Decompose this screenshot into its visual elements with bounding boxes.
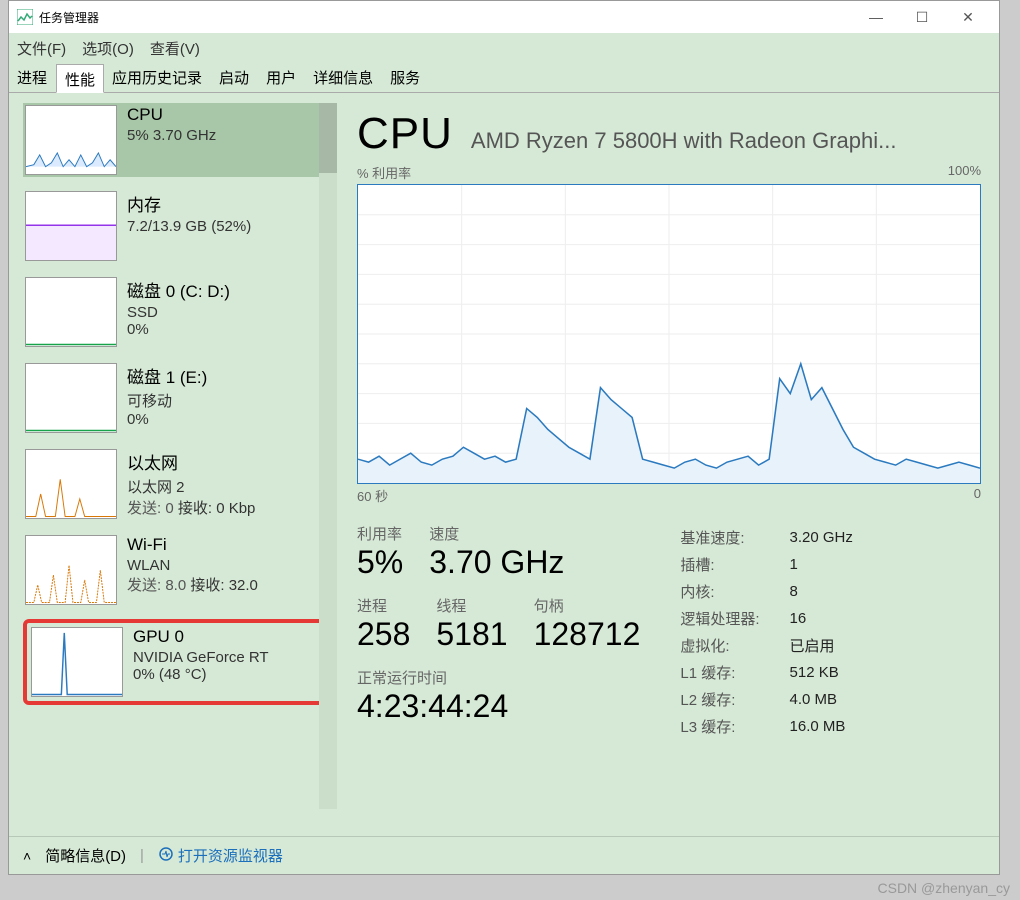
maximize-button[interactable]: ☐ — [899, 1, 945, 33]
tab-processes[interactable]: 进程 — [9, 63, 56, 92]
card-title: 磁盘 1 (E:) — [127, 363, 327, 388]
tab-startup[interactable]: 启动 — [211, 63, 258, 92]
stat-handles: 128712 — [534, 616, 641, 653]
stat-label: 句柄 — [534, 595, 641, 616]
card-sub: 可移动 — [127, 390, 327, 411]
stat-threads: 5181 — [436, 616, 507, 653]
info-row: L2 缓存:4.0 MB — [680, 687, 861, 712]
menu-file[interactable]: 文件(F) — [17, 38, 66, 59]
stat-label: 线程 — [436, 595, 507, 616]
stat-utilization: 5% — [357, 544, 403, 581]
tabbar: 进程 性能 应用历史记录 启动 用户 详细信息 服务 — [9, 63, 999, 93]
info-row: 虚拟化:已启用 — [680, 633, 861, 658]
minimize-button[interactable]: — — [853, 1, 899, 33]
info-row: 内核:8 — [680, 579, 861, 604]
footer: ˄ 简略信息(D) | 打开资源监视器 — [9, 836, 999, 874]
task-manager-window: 任务管理器 — ☐ ✕ 文件(F) 选项(O) 查看(V) 进程 性能 应用历史… — [8, 0, 1000, 875]
stat-uptime: 4:23:44:24 — [357, 688, 640, 725]
chart-label-top-left: % 利用率 — [357, 163, 411, 182]
card-sub: 7.2/13.9 GB (52%) — [127, 218, 327, 235]
sidebar-item-gpu-0[interactable]: GPU 0 NVIDIA GeForce RT 0% (48 °C) — [23, 619, 329, 705]
card-sub: NVIDIA GeForce RT — [133, 649, 321, 666]
menu-options[interactable]: 选项(O) — [82, 38, 134, 59]
info-row: 插槽:1 — [680, 552, 861, 577]
card-sub: 5% 3.70 GHz — [127, 127, 327, 144]
tab-app-history[interactable]: 应用历史记录 — [104, 63, 211, 92]
brief-info-button[interactable]: 简略信息(D) — [45, 845, 126, 866]
card-title: 内存 — [127, 191, 327, 216]
stat-label: 进程 — [357, 595, 410, 616]
close-button[interactable]: ✕ — [945, 1, 991, 33]
tab-users[interactable]: 用户 — [258, 63, 305, 92]
menu-view[interactable]: 查看(V) — [150, 38, 200, 59]
card-title: CPU — [127, 105, 327, 125]
cpu-info-table: 基准速度:3.20 GHz插槽:1内核:8逻辑处理器:16虚拟化:已启用L1 缓… — [678, 523, 863, 741]
sidebar-scrollbar[interactable] — [319, 103, 337, 809]
sidebar-item-disk-0[interactable]: 磁盘 0 (C: D:) SSD 0% — [23, 275, 329, 349]
disk-thumb-chart — [25, 363, 117, 433]
card-title: 以太网 — [127, 449, 327, 474]
titlebar[interactable]: 任务管理器 — ☐ ✕ — [9, 1, 999, 33]
tab-performance[interactable]: 性能 — [56, 64, 104, 93]
chart-label-bottom-right: 0 — [974, 486, 981, 505]
sidebar-item-ethernet[interactable]: 以太网 以太网 2 发送: 0 接收: 0 Kbp — [23, 447, 329, 521]
card-sub: WLAN — [127, 557, 327, 574]
watermark: CSDN @zhenyan_cy — [878, 880, 1011, 896]
sidebar-item-memory[interactable]: 内存 7.2/13.9 GB (52%) — [23, 189, 329, 263]
tab-details[interactable]: 详细信息 — [305, 63, 382, 92]
tab-services[interactable]: 服务 — [382, 63, 429, 92]
main-panel: CPU AMD Ryzen 7 5800H with Radeon Graphi… — [339, 93, 999, 836]
net-thumb-chart — [25, 535, 117, 605]
stat-processes: 258 — [357, 616, 410, 653]
cpu-thumb-chart — [25, 105, 117, 175]
memory-thumb-chart — [25, 191, 117, 261]
cpu-usage-chart — [357, 184, 981, 484]
menubar: 文件(F) 选项(O) 查看(V) — [9, 33, 999, 63]
net-thumb-chart — [25, 449, 117, 519]
stat-label: 正常运行时间 — [357, 667, 640, 688]
open-resource-monitor[interactable]: 打开资源监视器 — [158, 845, 283, 866]
sidebar-item-wifi[interactable]: Wi-Fi WLAN 发送: 8.0 接收: 32.0 — [23, 533, 329, 607]
card-sub2: 0% — [127, 321, 327, 338]
content: CPU 5% 3.70 GHz 内存 7.2/13.9 GB (52%) 磁盘 … — [9, 93, 999, 836]
card-sub: SSD — [127, 304, 327, 321]
sidebar: CPU 5% 3.70 GHz 内存 7.2/13.9 GB (52%) 磁盘 … — [9, 93, 339, 836]
card-sub: 以太网 2 — [127, 476, 327, 497]
app-icon — [17, 9, 33, 25]
sidebar-item-disk-1[interactable]: 磁盘 1 (E:) 可移动 0% — [23, 361, 329, 435]
chevron-up-icon[interactable]: ˄ — [23, 848, 31, 864]
main-subtitle: AMD Ryzen 7 5800H with Radeon Graphi... — [471, 128, 981, 154]
monitor-icon — [158, 846, 174, 866]
main-title: CPU — [357, 109, 453, 159]
stat-label: 利用率 — [357, 523, 403, 544]
chart-label-top-right: 100% — [948, 163, 981, 182]
stat-label: 速度 — [429, 523, 564, 544]
card-sub2: 0% — [127, 411, 327, 428]
gpu-thumb-chart — [31, 627, 123, 697]
card-title: GPU 0 — [133, 627, 321, 647]
card-title: Wi-Fi — [127, 535, 327, 555]
sidebar-item-cpu[interactable]: CPU 5% 3.70 GHz — [23, 103, 329, 177]
stat-speed: 3.70 GHz — [429, 544, 564, 581]
chart-label-bottom-left: 60 秒 — [357, 486, 388, 505]
card-sub2: 0% (48 °C) — [133, 666, 321, 683]
info-row: 逻辑处理器:16 — [680, 606, 861, 631]
card-title: 磁盘 0 (C: D:) — [127, 277, 327, 302]
info-row: L3 缓存:16.0 MB — [680, 714, 861, 739]
info-row: L1 缓存:512 KB — [680, 660, 861, 685]
disk-thumb-chart — [25, 277, 117, 347]
info-row: 基准速度:3.20 GHz — [680, 525, 861, 550]
window-title: 任务管理器 — [39, 9, 99, 26]
